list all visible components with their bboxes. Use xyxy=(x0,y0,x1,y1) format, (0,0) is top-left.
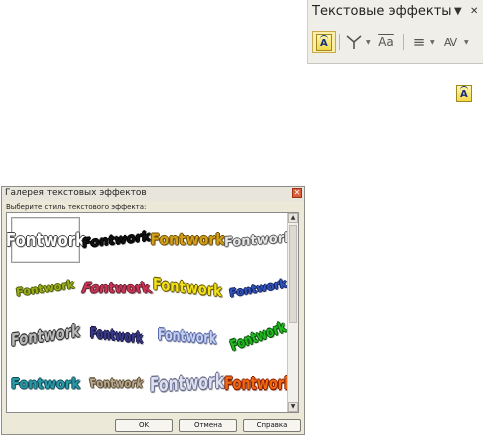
fontwork-gallery-dialog: Галерея текстовых эффектов ✕ Выберите ст… xyxy=(1,186,305,435)
fontwork-shape-dropdown-icon[interactable]: ▼ xyxy=(366,39,371,46)
same-letter-heights-icon: Aa xyxy=(378,35,394,49)
gallery-item-text: Fontwork xyxy=(224,374,293,394)
fontwork-shape-icon xyxy=(346,35,362,49)
toolbar-menu-icon[interactable]: ▼ xyxy=(454,6,462,17)
gallery-item-text: Fontwork xyxy=(228,318,289,354)
gallery-item-text: Fontwork xyxy=(11,321,80,351)
gallery-item[interactable]: Fontwork xyxy=(153,265,222,311)
gallery-item-text: Fontwork xyxy=(150,370,225,398)
gallery-item[interactable]: Fontwork xyxy=(11,265,80,311)
dialog-close-icon[interactable]: ✕ xyxy=(292,188,302,198)
cancel-button[interactable]: Отмена xyxy=(179,419,237,432)
same-letter-heights-button[interactable]: Aa xyxy=(374,31,398,53)
gallery-item[interactable]: Fontwork xyxy=(79,265,155,311)
gallery-item[interactable]: Fontwork xyxy=(224,217,293,263)
gallery-item-text: Fontwork xyxy=(11,375,80,393)
character-spacing-icon: AV xyxy=(443,35,457,49)
fontwork-gallery-icon: A xyxy=(456,84,472,102)
gallery-item[interactable]: Fontwork xyxy=(82,217,151,263)
dialog-prompt: Выберите стиль текстового эффекта: xyxy=(6,203,147,211)
fontwork-shape-button[interactable] xyxy=(342,31,366,53)
character-spacing-dropdown-icon[interactable]: ▼ xyxy=(464,39,469,46)
fontwork-gallery-standalone: A xyxy=(454,83,474,103)
scroll-down-icon[interactable]: ▼ xyxy=(288,402,298,412)
text-effects-toolbar: Текстовые эффекты ▼ ✕ A ▼ Aa ≡ ▼ AV ▼ xyxy=(307,0,483,64)
gallery-item[interactable]: Fontwork xyxy=(82,361,151,407)
gallery-item-text: Fontwork xyxy=(150,231,225,249)
gallery-scrollbar[interactable]: ▲ ▼ xyxy=(287,213,298,412)
gallery-item[interactable]: Fontwork xyxy=(82,313,151,359)
toolbar-title: Текстовые эффекты xyxy=(312,4,452,19)
alignment-icon: ≡ xyxy=(412,33,426,51)
gallery-item-text: Fontwork xyxy=(158,324,217,348)
gallery-item[interactable]: Fontwork xyxy=(150,217,225,263)
gallery-item-text: Fontwork xyxy=(224,230,293,250)
alignment-dropdown-icon[interactable]: ▼ xyxy=(430,39,435,46)
gallery-item-text: Fontwork xyxy=(6,229,86,251)
gallery-item-text: Fontwork xyxy=(90,325,143,347)
gallery-item[interactable]: Fontwork xyxy=(224,265,293,311)
gallery-item-text: Fontwork xyxy=(228,276,289,300)
alignment-button[interactable]: ≡ xyxy=(407,31,431,53)
dialog-title: Галерея текстовых эффектов xyxy=(5,188,147,198)
gallery-item-text: Fontwork xyxy=(78,280,155,297)
gallery-item[interactable]: Fontwork xyxy=(224,361,293,407)
ok-button[interactable]: OK xyxy=(115,419,173,432)
gallery-item[interactable]: Fontwork xyxy=(150,361,225,407)
fontwork-gallery-button[interactable]: A xyxy=(312,31,336,53)
fontwork-gallery-grid: Fontwork Fontwork Fontwork Fontwork Fontwork… xyxy=(6,212,299,413)
gallery-item[interactable]: Fontwork xyxy=(224,313,293,359)
help-button[interactable]: Справка xyxy=(243,419,301,432)
gallery-item-text: Fontwork xyxy=(15,277,76,299)
gallery-item-text: Fontwork xyxy=(153,275,222,301)
toolbar-titlebar[interactable]: Текстовые эффекты ▼ ✕ xyxy=(308,0,483,26)
toolbar-buttons: A ▼ Aa ≡ ▼ AV ▼ xyxy=(308,28,483,62)
character-spacing-button[interactable]: AV xyxy=(438,31,462,53)
dialog-titlebar[interactable]: Галерея текстовых эффектов ✕ xyxy=(2,187,304,201)
toolbar-separator xyxy=(403,34,404,50)
gallery-item-text: Fontwork xyxy=(88,377,145,391)
gallery-item[interactable]: Fontwork xyxy=(7,217,85,263)
toolbar-separator xyxy=(339,34,340,50)
scroll-up-icon[interactable]: ▲ xyxy=(288,213,298,223)
gallery-item-text: Fontwork xyxy=(82,228,151,252)
fontwork-gallery-icon: A xyxy=(316,33,332,51)
toolbar-close-icon[interactable]: ✕ xyxy=(470,6,478,17)
gallery-item[interactable]: Fontwork xyxy=(11,313,80,359)
gallery-item[interactable]: Fontwork xyxy=(11,361,80,407)
scroll-thumb[interactable] xyxy=(289,225,297,323)
gallery-item[interactable]: Fontwork xyxy=(153,313,222,359)
